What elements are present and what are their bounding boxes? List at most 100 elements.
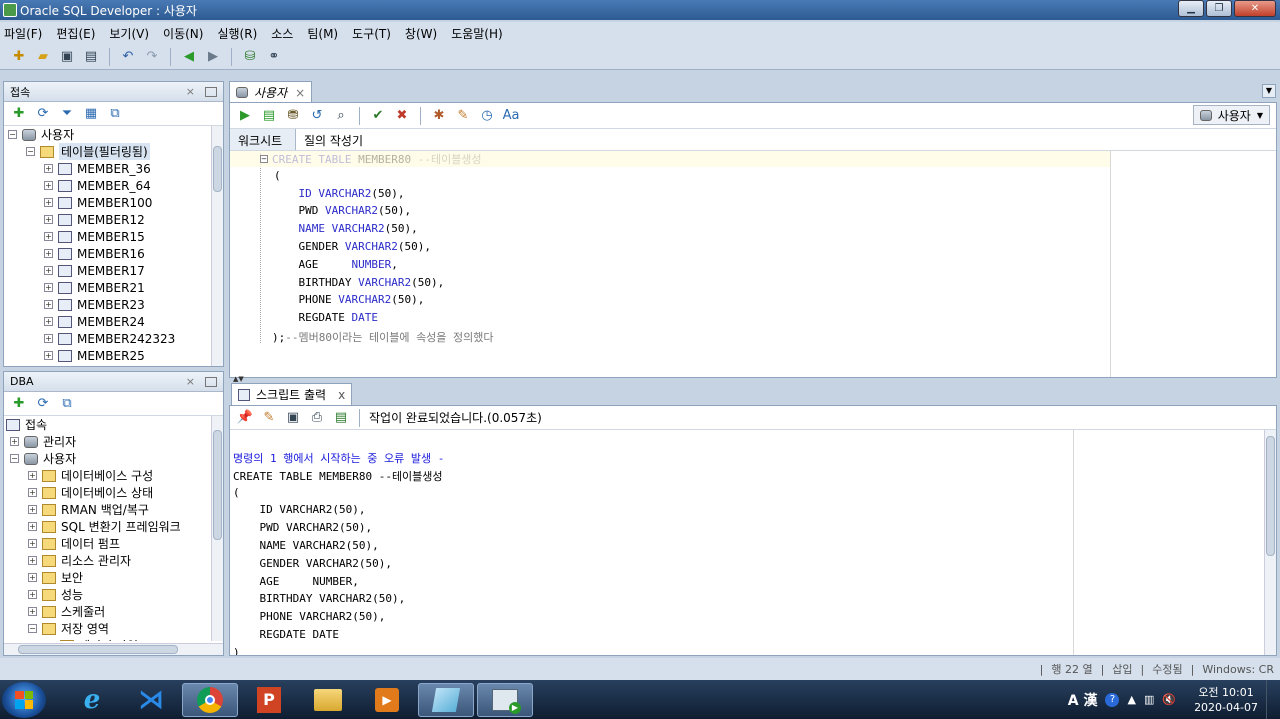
dba-node[interactable]: + 스케줄러 [6, 603, 223, 620]
tab-query-builder[interactable]: 질의 작성기 [296, 129, 371, 150]
splitter-arrows[interactable]: ▲▼ [233, 375, 244, 383]
expand-icon[interactable]: + [44, 351, 53, 360]
dba-node-connections[interactable]: 접속 [6, 416, 223, 433]
menu-tools[interactable]: 도구(T) [352, 25, 391, 42]
binoculars-icon[interactable]: ⚭ [265, 48, 283, 66]
table-node[interactable]: + MEMBER23 [8, 296, 223, 313]
dba-node[interactable]: + 성능 [6, 586, 223, 603]
collapse-icon[interactable]: ⧉ [106, 105, 124, 123]
new-icon[interactable]: ✚ [10, 48, 28, 66]
notepad-icon[interactable] [418, 682, 474, 717]
autotrace-icon[interactable]: ⌕ [332, 107, 350, 125]
dba-node[interactable]: +데이터 파일 [6, 637, 223, 641]
clock[interactable]: 오전 10:01 2020-04-07 [1194, 685, 1258, 715]
close-icon[interactable]: × [186, 85, 195, 98]
menu-help[interactable]: 도움말(H) [451, 25, 503, 42]
add-connection-icon[interactable]: ✚ [10, 395, 28, 413]
format-icon[interactable]: Aa [502, 107, 520, 125]
dba-scrollbar[interactable] [211, 416, 223, 641]
history-icon[interactable]: ◷ [478, 107, 496, 125]
table-node[interactable]: + MEMBER24 [8, 313, 223, 330]
add-connection-icon[interactable]: ✚ [10, 105, 28, 123]
run-statement-icon[interactable]: ▶ [236, 107, 254, 125]
collapse-panel-icon[interactable]: ▼ [1262, 84, 1276, 98]
dba-hscrollbar[interactable] [4, 643, 223, 655]
expand-icon[interactable]: + [28, 590, 37, 599]
sql-editor[interactable]: CREATE TABLE MEMBER80 --테이블생성( ID VARCHA… [230, 151, 1276, 377]
expand-icon[interactable]: + [44, 198, 53, 207]
dba-node[interactable]: + SQL 변환기 프레임워크 [6, 518, 223, 535]
dba-node[interactable]: + 데이터베이스 구성 [6, 467, 223, 484]
expand-icon[interactable]: − [28, 624, 37, 633]
save-all-icon[interactable]: ▤ [82, 48, 100, 66]
tree-node-user[interactable]: − 사용자 [8, 126, 223, 143]
refresh-icon[interactable]: ⟳ [34, 105, 52, 123]
table-node[interactable]: + MEMBER17 [8, 262, 223, 279]
menu-navigate[interactable]: 이동(N) [163, 25, 203, 42]
expand-icon[interactable]: + [44, 215, 53, 224]
media-player-icon[interactable]: ▶ [359, 683, 415, 717]
menu-file[interactable]: 파일(F) [4, 25, 42, 42]
expand-icon[interactable]: + [28, 505, 37, 514]
expand-icon[interactable]: + [44, 283, 53, 292]
vscode-icon[interactable]: ⋊ [123, 683, 179, 717]
expand-icon[interactable]: + [44, 232, 53, 241]
undo-icon[interactable]: ↶ [119, 48, 137, 66]
menu-run[interactable]: 실행(R) [217, 25, 257, 42]
commit-icon[interactable]: ⛃ [284, 107, 302, 125]
cancel-icon[interactable]: ✖ [393, 107, 411, 125]
filter-icon[interactable]: ⏷ [58, 105, 76, 123]
expand-icon[interactable]: + [44, 266, 53, 275]
redo-icon[interactable]: ↷ [143, 48, 161, 66]
save-icon[interactable]: ▣ [284, 409, 302, 427]
eraser-icon[interactable]: ✎ [260, 409, 278, 427]
pin-icon[interactable]: 📌 [236, 409, 254, 427]
expand-icon[interactable]: + [28, 488, 37, 497]
expand-icon[interactable]: + [28, 556, 37, 565]
expand-icon[interactable]: + [28, 471, 37, 480]
language-bar-icon[interactable]: A 漢 [1068, 690, 1098, 710]
start-button[interactable] [2, 681, 46, 718]
collapse-icon[interactable]: ⧉ [58, 395, 76, 413]
close-tab-icon[interactable]: x [338, 388, 345, 402]
table-node[interactable]: + MEMBER15 [8, 228, 223, 245]
table-node[interactable]: + MEMBER242323 [8, 330, 223, 347]
show-desktop-button[interactable] [1266, 680, 1274, 719]
sql-connection-icon[interactable]: ⛁ [241, 48, 259, 66]
maximize-icon[interactable] [205, 86, 217, 97]
eraser-icon[interactable]: ✎ [454, 107, 472, 125]
table-node[interactable]: + MEMBER100 [8, 194, 223, 211]
back-icon[interactable]: ◀ [180, 48, 198, 66]
explain-plan-icon[interactable]: ✔ [369, 107, 387, 125]
ie-icon[interactable]: e [64, 683, 120, 717]
sql-tuning-icon[interactable]: ✱ [430, 107, 448, 125]
expand-icon[interactable]: + [28, 607, 37, 616]
close-button[interactable]: ✕ [1234, 0, 1276, 17]
dba-node[interactable]: + 데이터베이스 상태 [6, 484, 223, 501]
table-node[interactable]: + MEMBER_36 [8, 160, 223, 177]
tab-worksheet-user[interactable]: 사용자 × [229, 81, 313, 103]
schema-browser-icon[interactable]: ▦ [82, 105, 100, 123]
menu-view[interactable]: 보기(V) [109, 25, 149, 42]
menu-team[interactable]: 팀(M) [307, 25, 338, 42]
table-node[interactable]: + MEMBER_64 [8, 177, 223, 194]
expand-icon[interactable]: + [28, 539, 37, 548]
help-icon[interactable]: ? [1105, 692, 1120, 707]
sql-developer-icon[interactable]: ▶ [477, 682, 533, 717]
refresh-icon[interactable]: ⟳ [34, 395, 52, 413]
dba-node[interactable]: − 저장 영역 [6, 620, 223, 637]
dba-node[interactable]: + 리소스 관리자 [6, 552, 223, 569]
chrome-icon[interactable] [182, 682, 238, 717]
tab-worksheet[interactable]: 워크시트 [230, 129, 296, 150]
open-folder-icon[interactable]: ▰ [34, 48, 52, 66]
maximize-button[interactable]: ❐ [1206, 0, 1232, 17]
show-hidden-icon[interactable]: ▲ [1127, 693, 1135, 706]
expand-icon[interactable]: + [28, 522, 37, 531]
table-node[interactable]: + MEMBER16 [8, 245, 223, 262]
dba-node[interactable]: + 데이터 펌프 [6, 535, 223, 552]
expand-icon[interactable]: + [44, 249, 53, 258]
tree-node-tables[interactable]: − 테이블(필터링됨) [8, 143, 223, 160]
expand-icon[interactable]: + [44, 317, 53, 326]
print-icon[interactable]: ⎙ [308, 409, 326, 427]
table-node[interactable]: + MEMBER12 [8, 211, 223, 228]
